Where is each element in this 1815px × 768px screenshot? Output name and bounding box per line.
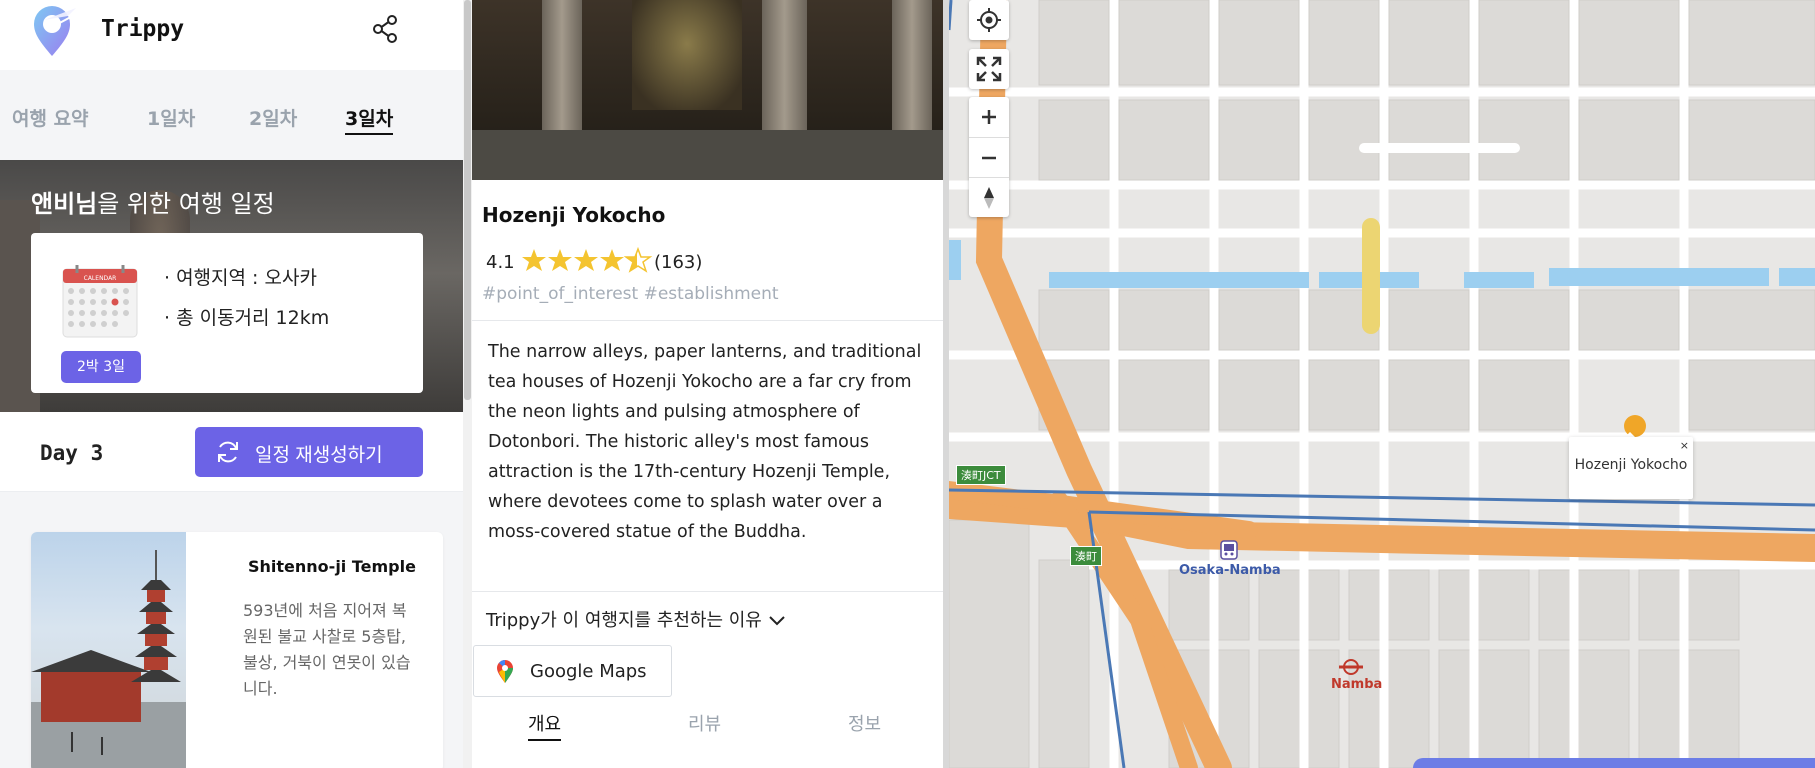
tab-overview[interactable]: 개요 (528, 710, 562, 741)
star-icon (548, 249, 572, 271)
popup-close-button[interactable]: × (1680, 439, 1689, 452)
station-label-namba: Namba (1331, 677, 1383, 692)
rating-value: 4.1 (486, 252, 515, 273)
trip-hero: 앤비님을 위한 여행 일정 CALENDAR · 여행지역: 오사카 · 총 … (0, 160, 463, 412)
brand-name: Trippy (101, 16, 185, 42)
tab-day-3[interactable]: 3일차 (345, 104, 394, 135)
trip-duration-badge: 2박 3일 (61, 351, 141, 383)
popup-label: Hozenji Yokocho (1574, 457, 1688, 473)
place-detail-panel: Hozenji Yokocho 4.1 (163) #point_of_inte… (472, 0, 943, 768)
map-view[interactable]: × Hozenji Yokocho 湊町JCT 湊町 Osaka-Namba N… (943, 0, 1815, 768)
locate-control (969, 0, 1009, 40)
google-maps-button[interactable]: Google Maps (473, 645, 672, 697)
chevron-down-icon (769, 616, 785, 626)
star-icon (600, 249, 624, 271)
place-photo (31, 532, 186, 768)
day-header: Day 3 일정 재생성하기 (0, 412, 463, 492)
place-tags: #point_of_interest #establishment (482, 284, 779, 304)
recommend-reason-label: Trippy가 이 여행지를 추천하는 이유 (486, 610, 762, 631)
trip-title-rest: 을 위한 여행 일정 (97, 190, 275, 218)
photo-shrine (632, 0, 742, 110)
station-label-osaka-namba: Osaka-Namba (1179, 563, 1281, 578)
google-maps-label: Google Maps (530, 661, 647, 682)
app-root: Trippy 여행 요약 1일차 2일차 3일차 앤비님을 위한 여행 일정 C… (0, 0, 1815, 768)
highway-sign-jct: 湊町JCT (956, 465, 1006, 485)
place-description: 593년에 처음 지어져 복원된 불교 사찰로 5층탑, 불상, 거북이 연못이… (243, 601, 411, 698)
zoom-in-icon (982, 110, 996, 124)
place-detail-photo (472, 0, 943, 180)
review-count: (163) (654, 252, 703, 273)
itinerary-panel: Trippy 여행 요약 1일차 2일차 3일차 앤비님을 위한 여행 일정 C… (0, 0, 463, 768)
place-title: Hozenji Yokocho (482, 203, 666, 227)
share-icon[interactable] (370, 14, 400, 44)
fullscreen-button[interactable] (969, 49, 1009, 89)
trip-summary-card: CALENDAR · 여행지역 : 오사카 · 총 이동거리 12km 2박 3… (31, 233, 423, 393)
left-scrollbar-thumb[interactable] (464, 0, 471, 400)
star-icon (522, 249, 546, 271)
zoom-in-button[interactable] (969, 97, 1009, 137)
compass-icon (984, 187, 994, 209)
user-name: 앤비님 (31, 190, 98, 218)
trip-distance: · 총 이동거리 12km (164, 307, 330, 329)
highway-sign-exit: 湊町 (1070, 546, 1102, 566)
tab-day-1[interactable]: 1일차 (147, 104, 195, 131)
zoom-out-icon (982, 156, 996, 160)
regenerate-label: 일정 재생성하기 (255, 445, 383, 466)
calendar-label: CALENDAR (84, 275, 117, 282)
star-rating (522, 247, 653, 273)
recommend-reason-toggle[interactable]: Trippy가 이 여행지를 추천하는 이유 (486, 606, 786, 632)
divider (472, 320, 943, 321)
map-popup: × Hozenji Yokocho (1569, 437, 1693, 499)
tab-info[interactable]: 정보 (848, 710, 881, 736)
regenerate-itinerary-button[interactable]: 일정 재생성하기 (195, 427, 423, 477)
pagoda-image (31, 550, 186, 768)
day-tabs: 여행 요약 1일차 2일차 3일차 (0, 70, 463, 160)
place-name: Shitenno-ji Temple (248, 557, 416, 576)
header: Trippy (0, 0, 463, 70)
trip-region: · 여행지역 : 오사카 (164, 267, 317, 289)
zoom-control (969, 97, 1009, 217)
left-scrollbar[interactable] (463, 0, 472, 768)
zoom-out-button[interactable] (969, 137, 1009, 177)
tab-reviews[interactable]: 리뷰 (688, 710, 721, 736)
star-half-icon (623, 247, 653, 273)
bottom-action-bar[interactable] (1413, 758, 1815, 768)
compass-button[interactable] (969, 177, 1009, 217)
calendar-icon: CALENDAR (62, 265, 138, 338)
fullscreen-icon (976, 56, 1002, 82)
subway-station-icon (1339, 659, 1363, 675)
photo-floor (472, 130, 943, 180)
google-maps-pin-icon (497, 660, 513, 683)
locate-button[interactable] (969, 0, 1009, 40)
tab-summary[interactable]: 여행 요약 (12, 104, 89, 131)
locate-icon (977, 8, 1001, 32)
train-station-icon (1220, 540, 1238, 560)
star-icon (574, 249, 598, 271)
itinerary-item[interactable]: Shitenno-ji Temple 593년에 처음 지어져 복원된 불교 사… (31, 532, 443, 768)
trippy-logo (34, 6, 81, 56)
map-canvas[interactable] (949, 0, 1815, 768)
divider (472, 591, 943, 592)
tab-day-2[interactable]: 2일차 (249, 104, 297, 131)
trip-title: 앤비님을 위한 여행 일정 (31, 184, 275, 219)
place-description: The narrow alleys, paper lanterns, and t… (488, 342, 922, 542)
refresh-icon (218, 441, 238, 463)
fullscreen-control (969, 49, 1009, 89)
day-label: Day 3 (40, 441, 104, 465)
